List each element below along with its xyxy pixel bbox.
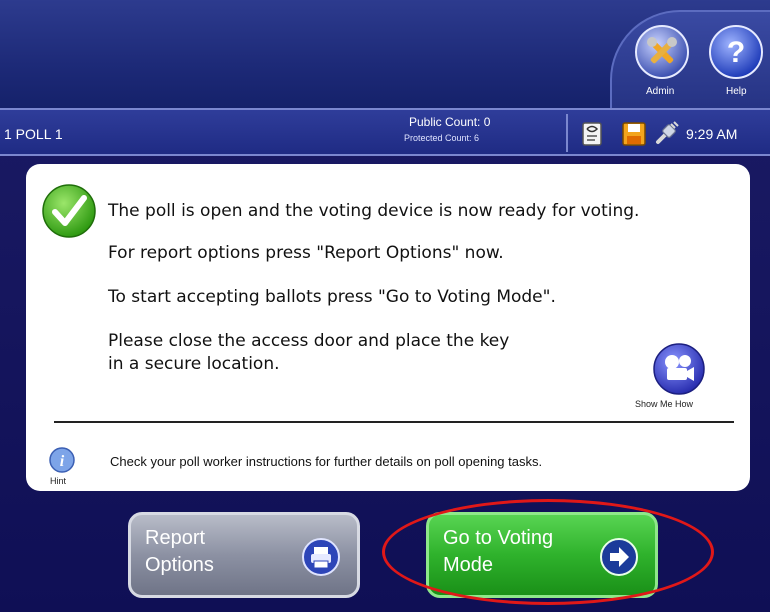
report-options-button[interactable]: Report Options [128, 512, 360, 598]
message-line-door: Please close the access door and place t… [108, 331, 510, 351]
report-options-label-line2: Options [145, 554, 214, 576]
show-me-how-button[interactable] [652, 342, 706, 396]
report-options-label-line1: Report [145, 527, 206, 549]
message-line-start: To start accepting ballots press "Go to … [108, 287, 556, 307]
svg-text:?: ? [727, 36, 745, 69]
help-button[interactable]: ? [708, 24, 764, 80]
admin-tools-icon [635, 25, 689, 79]
printer-icon [301, 537, 341, 577]
panel-divider [54, 421, 734, 423]
hint-label: Hint [50, 476, 67, 486]
status-divider [566, 114, 568, 152]
checkmark-icon [40, 182, 98, 240]
admin-label: Admin [646, 86, 675, 97]
clock: 9:29 AM [686, 126, 738, 142]
film-camera-icon [653, 343, 705, 395]
save-disk-icon [620, 120, 648, 148]
hint-info-icon: i [48, 446, 76, 474]
status-bar: 1 POLL 1 Public Count: 0 Protected Count… [0, 108, 770, 156]
admin-button[interactable] [634, 24, 690, 80]
message-line-location: in a secure location. [108, 354, 280, 374]
poll-name: 1 POLL 1 [4, 126, 63, 142]
protected-count: Protected Count: 6 [404, 133, 480, 143]
highlight-ellipse [382, 499, 714, 605]
svg-text:i: i [60, 453, 65, 470]
report-document-icon [578, 120, 606, 148]
public-count: Public Count: 0 [409, 115, 491, 129]
help-label: Help [726, 86, 747, 97]
message-line-ready: The poll is open and the voting device i… [108, 201, 640, 221]
hint-text: Check your poll worker instructions for … [110, 454, 543, 469]
power-plug-icon [652, 120, 680, 148]
show-me-how-label: Show Me How [635, 399, 694, 409]
report-options-label: Report Options [145, 525, 214, 579]
voting-machine-screen: Admin ? Help 1 POLL 1 Public Count: 0 Pr… [0, 0, 770, 612]
help-question-icon: ? [709, 25, 763, 79]
message-line-report: For report options press "Report Options… [108, 243, 504, 263]
